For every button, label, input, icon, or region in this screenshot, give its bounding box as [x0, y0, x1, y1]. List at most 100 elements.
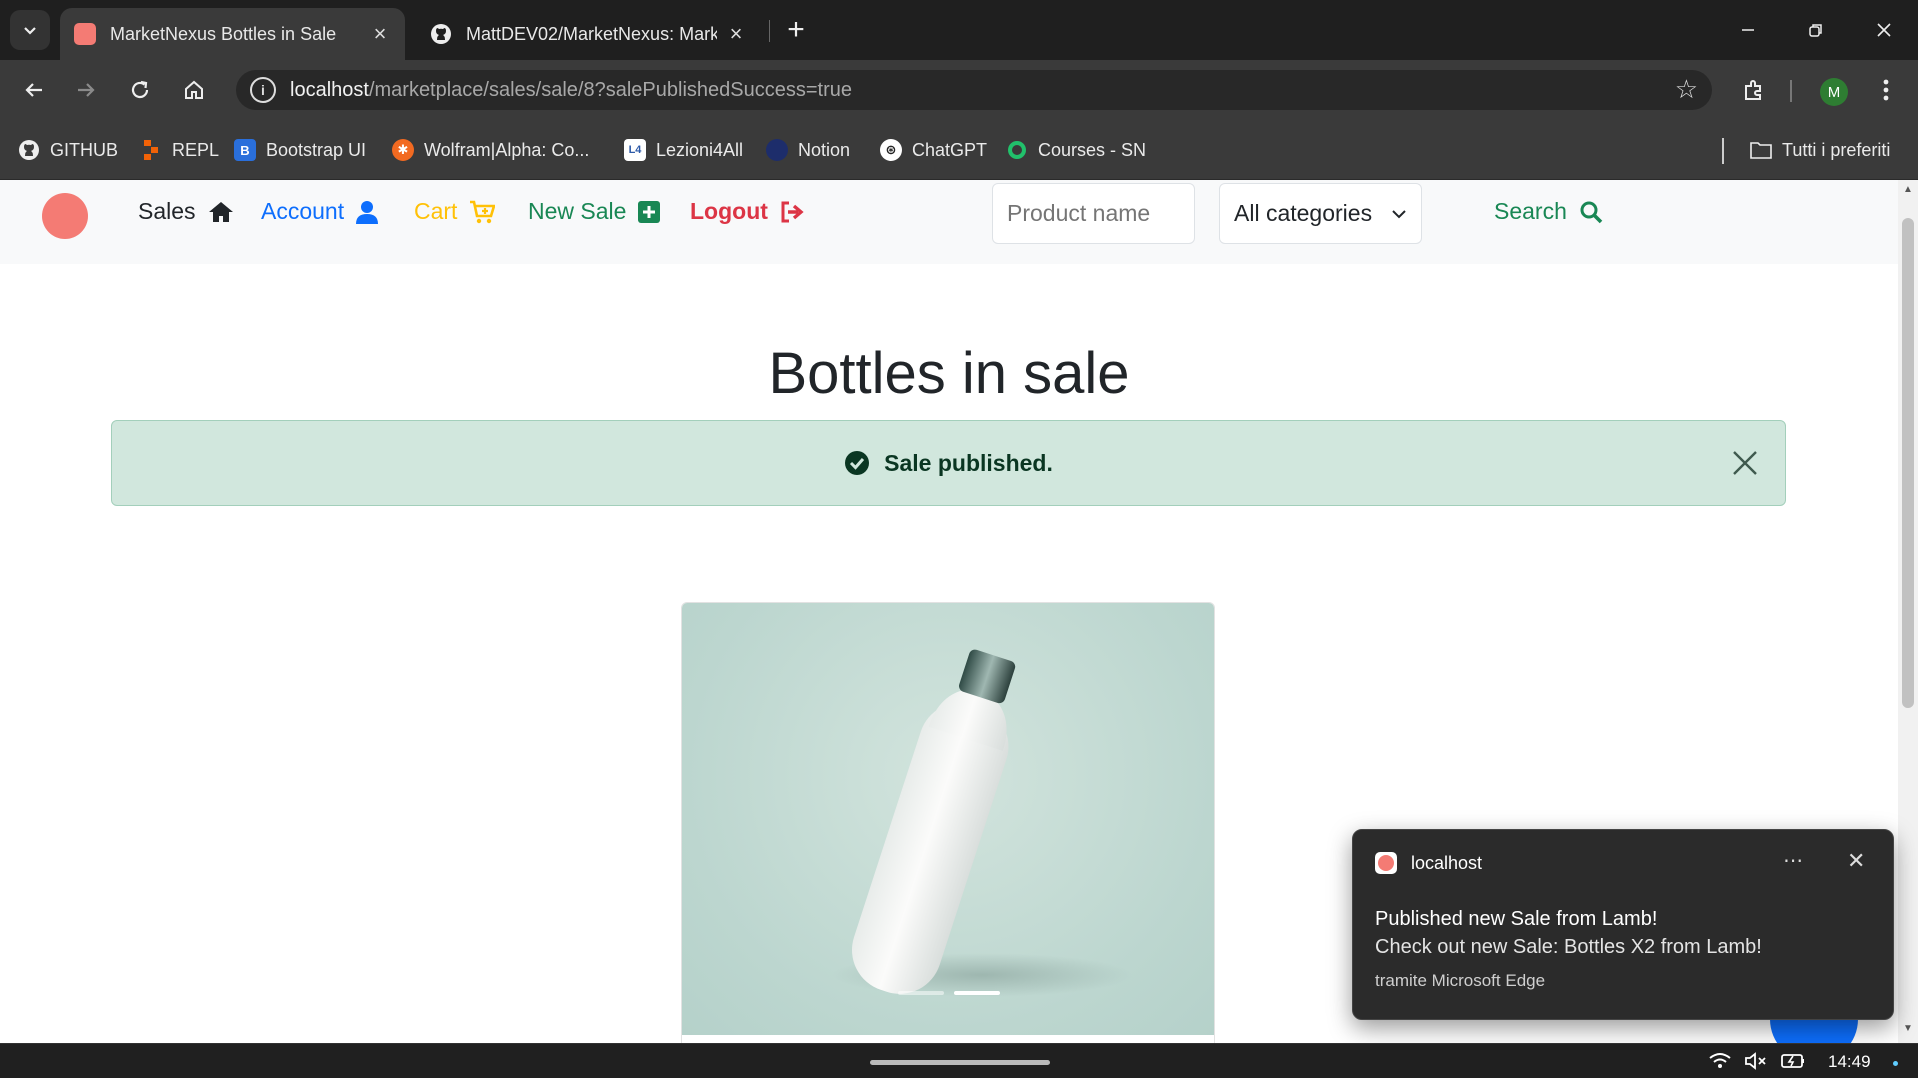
category-selected-label: All categories: [1234, 200, 1373, 226]
notification-toast[interactable]: localhost ⋯ ✕ Published new Sale from La…: [1352, 829, 1894, 1020]
bookmark-notion[interactable]: Notion: [766, 136, 850, 164]
wolfram-icon: ✱: [392, 139, 414, 161]
category-select[interactable]: All categories: [1219, 183, 1422, 244]
url-path: /marketplace/sales/sale/8?salePublishedS…: [368, 78, 852, 101]
search-label: Search: [1494, 198, 1567, 224]
nav-cart-label: Cart: [414, 198, 458, 224]
bookmark-courses[interactable]: Courses - SN: [1006, 136, 1146, 164]
replit-icon: [140, 139, 162, 161]
reload-button[interactable]: [120, 70, 160, 110]
nav-sales-label: Sales: [138, 198, 196, 224]
sign-out-icon: [780, 201, 806, 223]
user-icon: [356, 200, 379, 224]
more-vertical-icon: [1883, 79, 1889, 101]
bookmark-label: Courses - SN: [1038, 139, 1147, 160]
product-image-carousel[interactable]: [682, 603, 1214, 1035]
bootstrap-icon: B: [234, 139, 256, 161]
url-host: localhost: [290, 78, 369, 101]
menu-button[interactable]: [1866, 70, 1906, 110]
taskbar-handle[interactable]: [870, 1060, 1050, 1065]
close-tab-icon[interactable]: ×: [369, 21, 391, 47]
scroll-down-arrow-icon[interactable]: ▼: [1902, 1023, 1914, 1034]
close-icon: [1733, 451, 1757, 475]
carousel-indicator-active[interactable]: [954, 991, 1000, 995]
minimize-button[interactable]: [1720, 8, 1776, 52]
site-info-icon[interactable]: i: [250, 77, 276, 103]
bookmark-chatgpt[interactable]: ⊛ ChatGPT: [880, 136, 987, 164]
product-card: [681, 602, 1215, 1043]
all-bookmarks-button[interactable]: Tutti i preferiti: [1750, 136, 1890, 164]
github-icon: [430, 23, 452, 45]
close-tab-icon[interactable]: ×: [725, 21, 747, 47]
close-window-button[interactable]: [1856, 8, 1912, 52]
bookmark-bootstrap[interactable]: B Bootstrap UI: [234, 136, 366, 164]
nav-new-sale-link[interactable]: New Sale: [528, 198, 661, 225]
carousel-indicator[interactable]: [898, 991, 944, 995]
arrow-right-icon: [78, 83, 95, 97]
profile-avatar[interactable]: M: [1820, 78, 1848, 106]
forward-button[interactable]: [66, 70, 106, 110]
nav-logout-label: Logout: [690, 198, 768, 224]
bookmark-label: ChatGPT: [912, 139, 988, 160]
restore-button[interactable]: [1788, 8, 1844, 52]
close-icon: [1877, 23, 1891, 37]
bookmark-label: Tutti i preferiti: [1782, 139, 1891, 160]
bookmark-wolfram[interactable]: ✱ Wolfram|Alpha: Co...: [392, 136, 589, 164]
wifi-icon[interactable]: [1708, 1052, 1732, 1070]
bookmark-label: Notion: [798, 139, 851, 160]
minimize-icon: [1742, 29, 1754, 31]
more-options-icon[interactable]: ⋯: [1783, 848, 1803, 873]
brand-logo[interactable]: [42, 193, 88, 239]
github-icon: [18, 139, 40, 161]
nav-sales-link[interactable]: Sales: [138, 198, 234, 225]
new-tab-button[interactable]: +: [778, 12, 814, 48]
bookmark-repl[interactable]: REPL: [140, 136, 219, 164]
arrow-left-icon: [25, 83, 42, 97]
tab-github[interactable]: MattDEV02/MarketNexus: Mark ×: [416, 8, 761, 60]
bookmark-github[interactable]: GITHUB: [18, 136, 118, 164]
search-button[interactable]: Search: [1494, 198, 1603, 225]
address-bar[interactable]: i localhost/marketplace/sales/sale/8?sal…: [236, 70, 1712, 110]
tab-divider: [769, 20, 770, 42]
bookmarks-bar: GITHUB REPL B Bootstrap UI ✱ Wolfram|Alp…: [0, 120, 1918, 180]
restore-icon: [1809, 24, 1822, 37]
bookmarks-divider: [1722, 138, 1724, 164]
product-search-input[interactable]: [992, 183, 1195, 244]
cart-plus-icon: [469, 200, 496, 224]
puzzle-icon: [1745, 80, 1761, 100]
volume-muted-icon[interactable]: [1744, 1052, 1768, 1070]
scroll-up-arrow-icon[interactable]: ▲: [1902, 184, 1914, 195]
tab-search-button[interactable]: [10, 10, 50, 50]
page-scrollbar[interactable]: ▲ ▼: [1898, 180, 1918, 1043]
home-button[interactable]: [174, 70, 214, 110]
nav-logout-link[interactable]: Logout: [690, 198, 806, 225]
back-button[interactable]: [14, 70, 54, 110]
clock-time[interactable]: 14:49: [1828, 1052, 1871, 1072]
folder-icon: [1750, 139, 1772, 161]
battery-charging-icon[interactable]: [1780, 1052, 1806, 1070]
lezioni-icon: L4: [624, 139, 646, 161]
bookmark-label: GITHUB: [50, 139, 119, 160]
notification-close-icon[interactable]: ✕: [1847, 848, 1865, 874]
chevron-down-icon: [1392, 209, 1406, 218]
notification-source: localhost: [1411, 852, 1483, 873]
tab-title: MarketNexus Bottles in Sale: [110, 23, 337, 44]
notification-body: Check out new Sale: Bottles X2 from Lamb…: [1375, 936, 1762, 958]
tab-bar: MarketNexus Bottles in Sale × MattDEV02/…: [0, 0, 1918, 60]
nav-cart-link[interactable]: Cart: [414, 198, 496, 225]
success-alert: Sale published.: [111, 420, 1786, 506]
taskbar: 14:49: [0, 1043, 1918, 1078]
chatgpt-icon: ⊛: [880, 139, 902, 161]
site-favicon-icon: [74, 23, 96, 45]
extensions-button[interactable]: [1734, 70, 1774, 110]
scrollbar-thumb[interactable]: [1902, 218, 1914, 708]
tab-title: MattDEV02/MarketNexus: Mark: [466, 23, 717, 44]
tab-marketnexus[interactable]: MarketNexus Bottles in Sale ×: [60, 8, 405, 60]
bookmark-lezioni4all[interactable]: L4 Lezioni4All: [624, 136, 743, 164]
nav-account-link[interactable]: Account: [261, 198, 379, 225]
notification-header: localhost: [1375, 852, 1482, 874]
alert-close-button[interactable]: [1729, 447, 1761, 479]
site-navbar: Sales Account Cart New Sale Logout All c…: [0, 180, 1898, 264]
bookmark-star-icon[interactable]: ☆: [1675, 74, 1698, 105]
page-title: Bottles in sale: [768, 341, 1130, 406]
